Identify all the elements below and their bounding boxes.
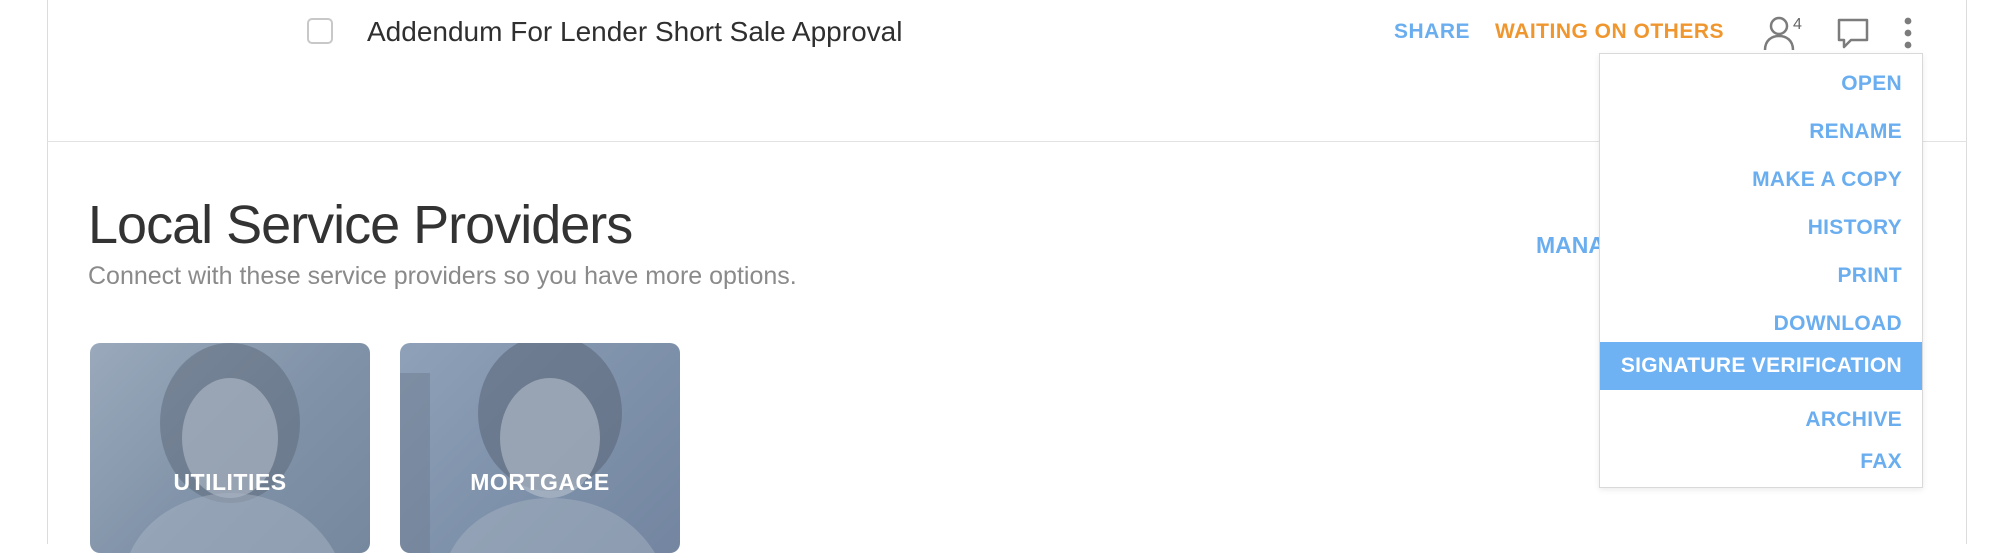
menu-item-download[interactable]: DOWNLOAD	[1600, 300, 1922, 348]
content-frame-right-border	[1966, 0, 1967, 544]
provider-card-mortgage[interactable]: MORTGAGE	[400, 343, 680, 553]
menu-item-rename[interactable]: RENAME	[1600, 108, 1922, 156]
menu-item-archive[interactable]: ARCHIVE	[1600, 396, 1922, 444]
share-link[interactable]: SHARE	[1394, 20, 1470, 44]
section-subtitle: Connect with these service providers so …	[88, 262, 797, 290]
menu-item-fax[interactable]: FAX	[1600, 438, 1922, 486]
menu-item-print[interactable]: PRINT	[1600, 252, 1922, 300]
utilities-photo	[130, 343, 335, 553]
provider-card-utilities[interactable]: UTILITIES	[90, 343, 370, 553]
section-title: Local Service Providers	[88, 195, 633, 255]
menu-item-history[interactable]: HISTORY	[1600, 204, 1922, 252]
menu-item-signature-verification[interactable]: SIGNATURE VERIFICATION	[1600, 342, 1922, 390]
menu-item-open[interactable]: OPEN	[1600, 60, 1922, 108]
document-title[interactable]: Addendum For Lender Short Sale Approval	[367, 16, 902, 48]
content-frame-left-border	[47, 0, 48, 544]
more-vertical-icon[interactable]	[1898, 16, 1918, 52]
comment-icon[interactable]	[1836, 16, 1870, 50]
menu-item-make-a-copy[interactable]: MAKE A COPY	[1600, 156, 1922, 204]
card-label-mortgage: MORTGAGE	[470, 469, 610, 495]
document-context-menu: OPEN RENAME MAKE A COPY HISTORY PRINT DO…	[1599, 53, 1923, 488]
mortgage-photo	[400, 343, 655, 553]
card-label-utilities: UTILITIES	[173, 469, 287, 495]
participants-count: 4	[1793, 16, 1802, 33]
document-select-checkbox[interactable]	[307, 18, 333, 44]
status-label: WAITING ON OTHERS	[1495, 20, 1724, 43]
manage-link[interactable]: MANA	[1536, 232, 1601, 259]
